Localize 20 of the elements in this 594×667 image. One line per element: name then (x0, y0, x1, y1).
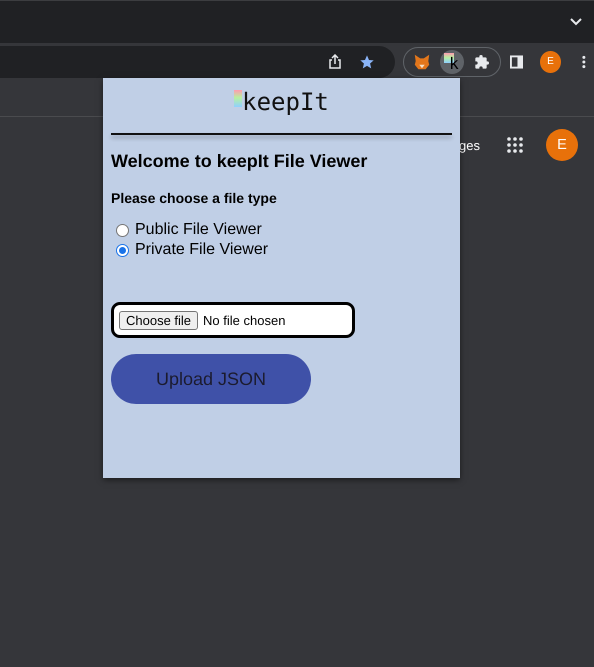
apps-grid-icon[interactable] (506, 136, 524, 154)
images-link[interactable]: ges (459, 138, 480, 152)
file-input-field[interactable]: Choose file No file chosen (111, 302, 355, 338)
welcome-heading: Welcome to keepIt File Viewer (111, 151, 368, 172)
puzzle-icon[interactable] (474, 54, 490, 70)
file-type-option[interactable]: Private File Viewer (111, 240, 268, 260)
file-type-option[interactable]: Public File Viewer (111, 220, 262, 240)
file-type-prompt: Please choose a file type (111, 190, 278, 206)
star-icon[interactable] (359, 54, 375, 70)
more-menu-icon[interactable] (582, 54, 586, 68)
gradient-logo-icon (234, 90, 242, 107)
radio-button[interactable] (116, 244, 129, 256)
choose-file-button[interactable]: Choose file (119, 310, 198, 330)
radio-button[interactable] (116, 224, 129, 236)
logo-text: keepIt (242, 88, 329, 116)
fox-icon[interactable] (413, 52, 431, 70)
share-icon[interactable] (329, 54, 341, 69)
file-status-text: No file chosen (203, 312, 286, 328)
side-panel-icon[interactable] (510, 54, 524, 68)
chevron-down-icon[interactable] (570, 18, 582, 26)
